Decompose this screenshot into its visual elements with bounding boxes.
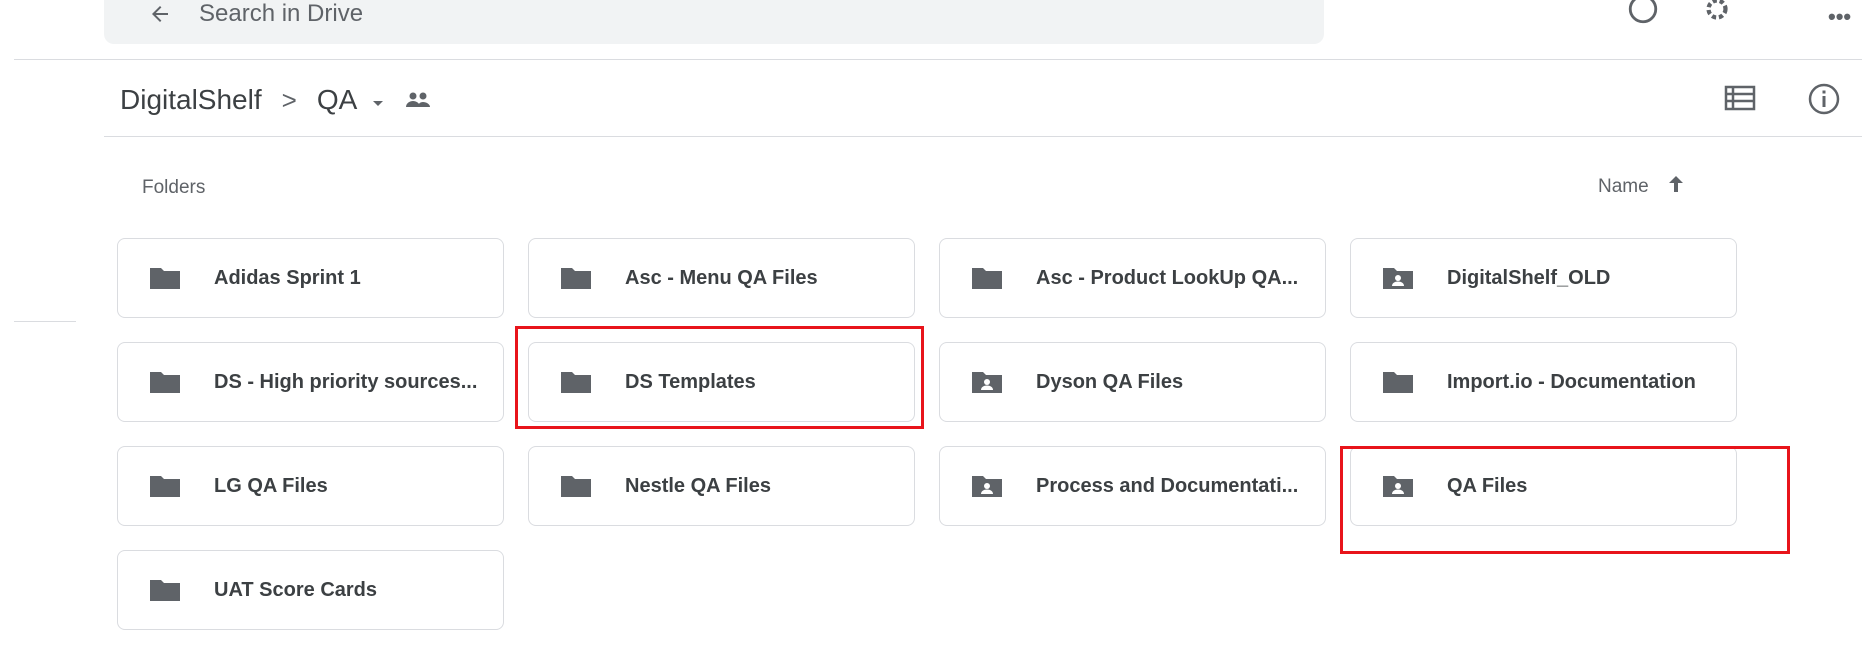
folder-card[interactable]: Import.io - Documentation [1350, 342, 1737, 422]
info-icon[interactable] [1807, 82, 1841, 121]
sort-label: Name [1598, 176, 1649, 197]
arrow-up-icon [1667, 174, 1685, 200]
folder-name: Adidas Sprint 1 [214, 266, 361, 289]
shared-folder-icon [970, 368, 1006, 396]
folder-icon [148, 576, 184, 604]
breadcrumb: DigitalShelf > QA [120, 80, 433, 120]
folder-card[interactable]: Dyson QA Files [939, 342, 1326, 422]
search-bar[interactable]: Search in Drive [104, 0, 1324, 44]
breadcrumb-current[interactable]: QA [317, 84, 357, 116]
breadcrumb-divider [104, 136, 1862, 137]
folder-card[interactable]: DS - High priority sources... [117, 342, 504, 422]
folder-name: DS Templates [625, 370, 756, 393]
search-input[interactable]: Search in Drive [199, 0, 363, 28]
list-view-icon[interactable] [1724, 84, 1756, 117]
folder-card[interactable]: UAT Score Cards [117, 550, 504, 630]
folder-icon [970, 264, 1006, 292]
folder-icon [559, 264, 595, 292]
folder-name: DigitalShelf_OLD [1447, 266, 1611, 289]
header-divider [14, 59, 1862, 60]
folder-card[interactable]: DS Templates [528, 342, 915, 422]
folder-icon [559, 368, 595, 396]
support-icon[interactable] [1626, 0, 1660, 31]
chevron-down-icon[interactable] [371, 84, 385, 116]
folder-icon [148, 264, 184, 292]
folder-name: Import.io - Documentation [1447, 370, 1696, 393]
folder-name: DS - High priority sources... [214, 370, 478, 393]
folders-section-label: Folders [142, 177, 206, 198]
folder-grid: Adidas Sprint 1 Asc - Menu QA Files Asc … [117, 238, 1737, 630]
breadcrumb-root[interactable]: DigitalShelf [120, 84, 262, 116]
sort-by-name-button[interactable]: Name [1598, 174, 1685, 200]
shared-folder-icon [1381, 472, 1417, 500]
folder-card[interactable]: QA Files [1350, 446, 1737, 526]
folder-card[interactable]: Nestle QA Files [528, 446, 915, 526]
folder-card[interactable]: Asc - Product LookUp QA... [939, 238, 1326, 318]
shared-folder-icon [970, 472, 1006, 500]
folder-card[interactable]: DigitalShelf_OLD [1350, 238, 1737, 318]
apps-dots-icon[interactable]: ••• [1828, 4, 1851, 30]
back-arrow-icon[interactable] [148, 2, 172, 31]
folder-name: Process and Documentati... [1036, 474, 1299, 497]
folder-name: LG QA Files [214, 474, 328, 497]
folder-icon [559, 472, 595, 500]
folder-name: Asc - Menu QA Files [625, 266, 818, 289]
folder-icon [148, 472, 184, 500]
folder-name: Asc - Product LookUp QA... [1036, 266, 1299, 289]
folder-card[interactable]: Adidas Sprint 1 [117, 238, 504, 318]
folder-card[interactable]: Asc - Menu QA Files [528, 238, 915, 318]
folder-name: QA Files [1447, 474, 1528, 497]
folder-icon [1381, 368, 1417, 396]
shared-people-icon[interactable] [403, 89, 433, 111]
folder-name: Dyson QA Files [1036, 370, 1184, 393]
folder-icon [148, 368, 184, 396]
folder-card[interactable]: LG QA Files [117, 446, 504, 526]
folder-name: Nestle QA Files [625, 474, 771, 497]
shared-folder-icon [1381, 264, 1417, 292]
sidebar-divider [14, 321, 76, 322]
breadcrumb-separator: > [281, 84, 297, 115]
settings-gear-icon[interactable] [1700, 0, 1734, 31]
folder-name: UAT Score Cards [214, 578, 378, 601]
folder-card[interactable]: Process and Documentati... [939, 446, 1326, 526]
